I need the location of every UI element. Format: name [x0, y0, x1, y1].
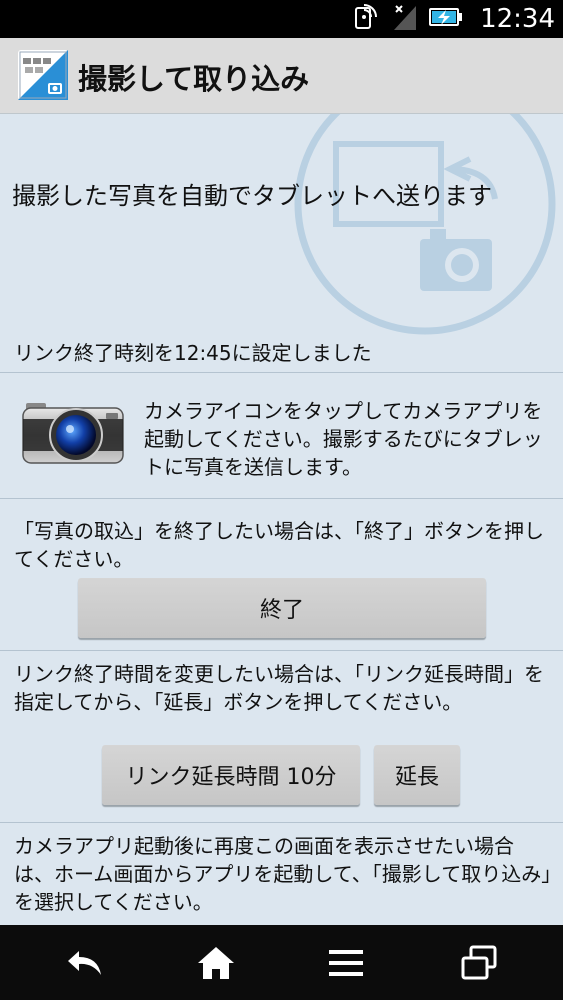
status-bar: 12:34 — [0, 0, 563, 38]
divider — [0, 650, 563, 651]
nfc-icon — [350, 2, 382, 36]
menu-icon[interactable] — [322, 939, 370, 987]
exit-instruction: 「写真の取込」を終了したい場合は、「終了」ボタンを押してください。 — [14, 519, 544, 571]
extend-instruction: リンク終了時間を変更したい場合は、「リンク延長時間」を指定してから、「延長」ボタ… — [14, 662, 544, 714]
exit-button[interactable]: 終了 — [78, 578, 486, 638]
extend-button[interactable]: 延長 — [374, 745, 460, 805]
divider — [0, 372, 563, 373]
navigation-bar — [0, 925, 563, 1000]
back-icon[interactable] — [61, 939, 109, 987]
page-title: 撮影して取り込み — [78, 62, 310, 96]
camera-icon[interactable] — [22, 399, 124, 465]
extend-time-selector[interactable]: リンク延長時間 10分 — [102, 745, 360, 805]
status-icons: 12:34 — [350, 0, 555, 38]
link-end-notice: リンク終了時刻を12:45に設定しました — [14, 341, 372, 365]
divider — [0, 498, 563, 499]
action-bar: 撮影して取り込み — [0, 38, 563, 114]
camera-instruction: カメラアイコンをタップしてカメラアプリを起動してください。撮影するたびにタブレッ… — [144, 399, 543, 479]
headline: 撮影した写真を自動でタブレットへ送ります — [12, 182, 492, 210]
app-transfer-icon — [18, 50, 68, 100]
battery-charging-icon — [428, 2, 464, 36]
photo-transfer-emblem-icon — [294, 114, 556, 335]
divider — [0, 822, 563, 823]
main-content: 撮影した写真を自動でタブレットへ送ります リンク終了時刻を12:45に設定しまし… — [0, 114, 563, 925]
clock: 12:34 — [480, 4, 555, 34]
relaunch-instruction: カメラアプリ起動後に再度この画面を表示させたい場合は、ホーム画面からアプリを起動… — [14, 834, 552, 914]
no-signal-icon — [392, 2, 418, 36]
home-icon[interactable] — [192, 939, 240, 987]
recent-apps-icon[interactable] — [455, 939, 503, 987]
